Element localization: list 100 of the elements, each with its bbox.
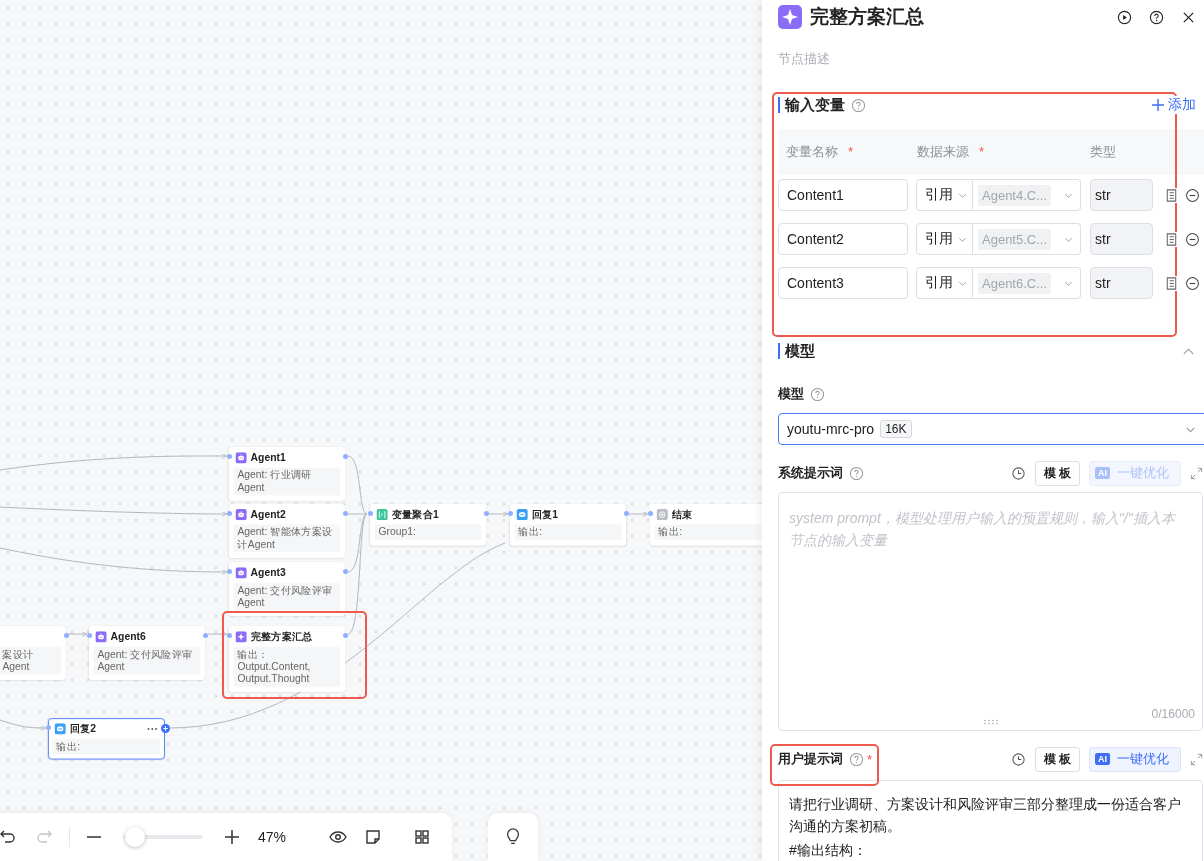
connector-line [628,511,649,517]
connector-line [488,511,509,517]
field-label: 模型 [778,385,804,403]
expand-icon[interactable] [1189,465,1204,481]
document-icon[interactable] [1164,187,1179,203]
model-select[interactable]: youtu-mrc-pro 16K [778,413,1204,445]
port-handle[interactable] [647,511,653,516]
node-title: 变量聚合1 [391,507,439,522]
port-handle[interactable] [202,633,208,638]
port-handle[interactable] [86,633,92,638]
node-output: Agent: 行业调研Agent [233,467,341,496]
variable-name-field[interactable]: Content1 [778,179,908,211]
variable-name-field[interactable]: Content2 [778,223,908,255]
play-icon[interactable] [1117,9,1132,25]
column-header: 变量名称 * [785,143,855,161]
prompt-editor[interactable]: 请把行业调研、方案设计和风险评审三部分整理成一份适合客户沟通的方案初稿。 #输出结构： [778,780,1203,861]
node-card[interactable]: 结束 输出: [650,504,762,546]
help-icon[interactable] [1149,9,1164,25]
required-mark: * [867,751,873,767]
type-field[interactable]: str [1090,223,1153,255]
history-icon[interactable] [1011,465,1026,481]
port-handle[interactable] [226,511,232,516]
port-handle[interactable] [63,633,69,638]
node-card[interactable]: Agent3 Agent: 交付风险评审Agent [229,562,345,616]
variable-name-field[interactable]: Content3 [778,267,908,299]
sparkle-icon [235,631,247,643]
connector-line [0,719,47,731]
more-icon[interactable] [146,726,159,731]
node-output: 输出： Output.Content, Output.Thought [233,646,341,687]
source-type-select[interactable]: 引用 [916,223,973,255]
port-handle[interactable] [342,511,348,516]
stop-icon [656,509,668,521]
node-title: 结束 [671,507,693,522]
expand-icon[interactable] [1189,751,1204,767]
section-title: 输入变量 [785,95,845,115]
node-card[interactable]: 完整方案汇总 输出： Output.Content, Output.Thought [229,626,345,693]
add-icon[interactable] [161,724,170,733]
node-output: 案设计Agent [0,646,62,675]
zoom-percentage: 47% [258,829,287,845]
port-handle[interactable] [226,569,232,574]
node-output: Agent: 交付风险评审Agent [233,582,341,611]
port-handle[interactable] [342,633,348,638]
node-card[interactable]: Agent2 Agent: 智能体方案设计Agent [229,504,345,558]
prompt-text: #输出结构： [789,841,868,860]
connector-line [66,631,88,637]
port-handle[interactable] [226,633,232,638]
port-handle[interactable] [367,511,373,516]
node-card[interactable]: Agent6 Agent: 交付风险评审Agent [89,626,205,680]
port-handle[interactable] [342,569,348,574]
node-output: 输出: [514,524,622,540]
plus-icon [1151,98,1165,112]
source-type-select[interactable]: 引用 [916,267,973,299]
node-card[interactable]: 回复1 输出: [510,504,626,546]
node-title: 完整方案汇总 [250,629,313,644]
sparkle-icon [778,5,802,29]
port-handle[interactable] [226,454,232,459]
source-type-select[interactable]: 引用 [916,179,973,211]
optimize-label: 一键优化 [1117,750,1169,768]
node-title: Agent2 [250,508,286,521]
chat-icon [516,509,528,521]
remove-icon[interactable] [1185,231,1200,247]
document-icon[interactable] [1164,231,1179,247]
port-handle[interactable] [483,511,489,516]
robot-icon [235,452,247,464]
zoom-slider-thumb[interactable] [125,827,145,847]
node-card[interactable]: Agent1 Agent: 行业调研Agent [229,447,345,501]
context-badge: 16K [880,420,912,438]
resize-grip-icon[interactable] [983,719,999,725]
type-field[interactable]: str [1090,179,1153,211]
column-header: 类型 [1089,143,1117,161]
optimize-button[interactable]: AI 一键优化 [1089,746,1181,772]
node-title: Agent1 [250,451,286,464]
zoom-in-icon[interactable] [222,827,242,847]
column-header: 数据来源 * [916,143,986,161]
history-icon[interactable] [1011,751,1026,767]
node-card[interactable]: 回复2 输出: [48,718,165,760]
port-handle[interactable] [342,454,348,459]
prompt-text: 请把行业调研、方案设计和风险评审三部分整理成一份适合客户沟通的方案初稿。 [789,795,1182,836]
port-handle[interactable] [45,725,51,730]
node-card[interactable]: 变量聚合1 Group1: [370,504,486,546]
add-button[interactable]: 添加 [1149,96,1196,114]
character-counter: 0/16000 [1151,707,1195,721]
ai-badge: AI [1095,467,1110,479]
template-button[interactable]: 模 板 [1035,746,1080,772]
node-output: Group1: [374,524,482,540]
node-title: Agent3 [250,566,286,579]
remove-icon[interactable] [1185,275,1200,291]
chat-icon [54,723,66,735]
lightbulb-icon [504,828,522,846]
port-handle[interactable] [507,511,513,516]
robot-icon [95,631,107,643]
node-title: Agent6 [110,630,146,643]
remove-icon[interactable] [1185,187,1200,203]
document-icon[interactable] [1164,275,1179,291]
node-output: 输出: [52,738,161,754]
type-field[interactable]: str [1090,267,1153,299]
node-card[interactable]: 案设计Agent [0,626,66,680]
template-button[interactable]: 模 板 [1035,460,1080,486]
lightbulb-button[interactable] [488,813,538,861]
port-handle[interactable] [623,511,629,516]
